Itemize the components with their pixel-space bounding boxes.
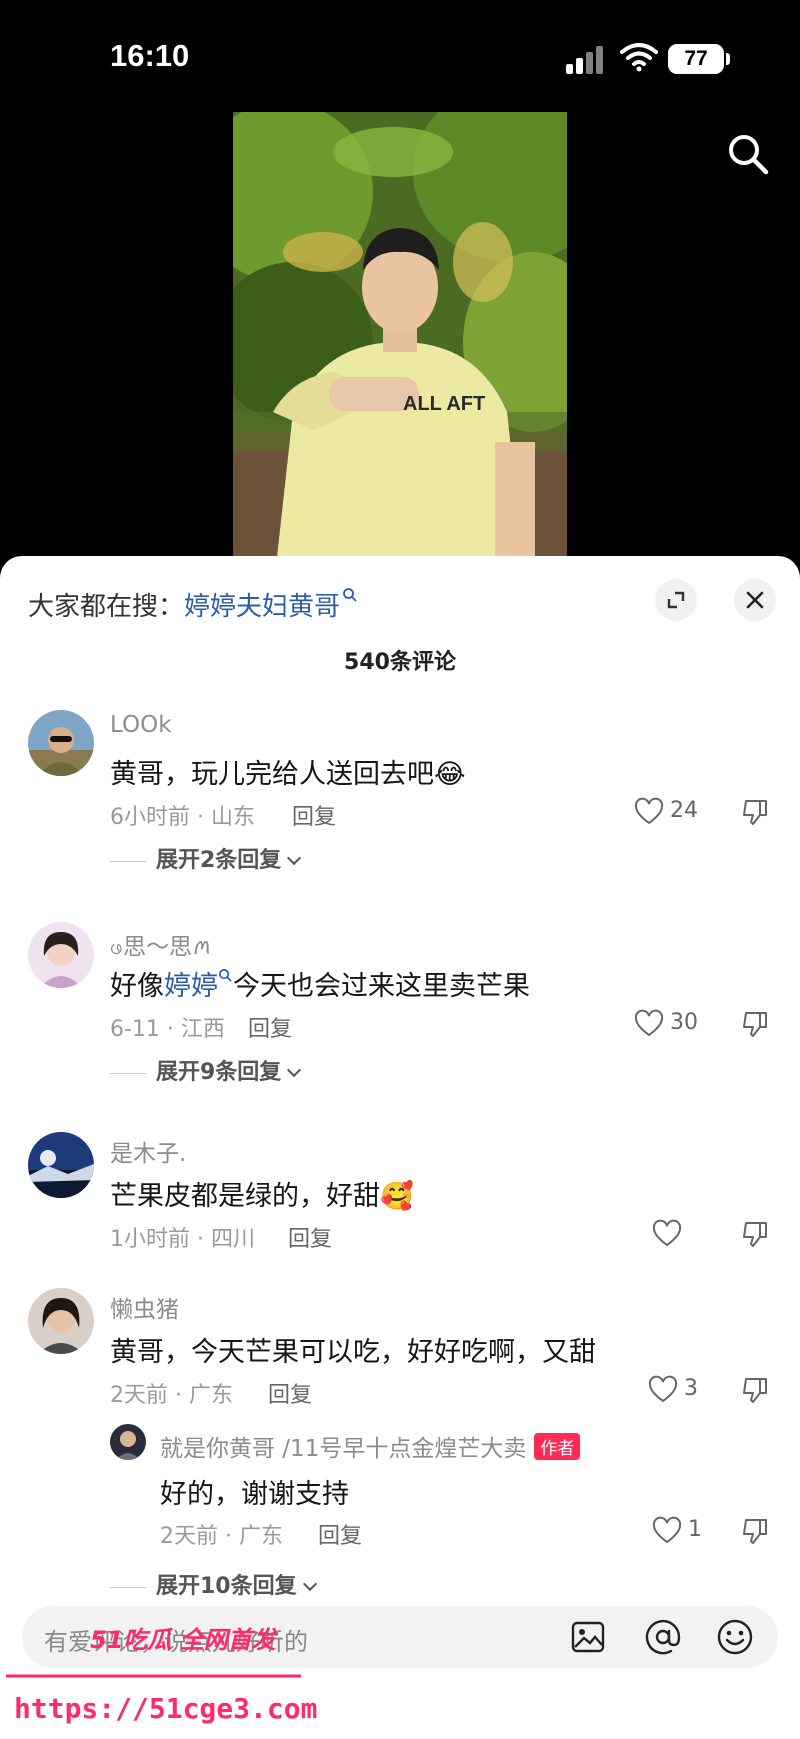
dislike-icon[interactable] [740,1516,770,1546]
close-button[interactable] [734,579,776,621]
author-badge: 作者 [534,1433,581,1460]
image-icon[interactable] [570,1619,606,1655]
dislike-icon[interactable] [740,1009,770,1039]
expand-replies-label: 展开10条回复 [156,1574,297,1599]
dislike-icon[interactable] [740,797,770,827]
battery-cap [726,53,730,65]
watermark-url: https://51cge3.com [14,1692,318,1725]
avatar[interactable] [28,1132,94,1198]
author-avatar[interactable] [110,1424,146,1460]
comment-emoji: 🥰 [380,1181,414,1212]
reply-button[interactable]: 回复 [292,799,336,831]
like-count: 3 [684,1376,698,1401]
comment-keyword-link[interactable]: 婷婷 [164,971,218,1002]
emoji-icon[interactable] [716,1618,754,1656]
avatar[interactable] [28,710,94,776]
expand-replies-button[interactable]: 展开10条回复 [110,1568,317,1600]
hot-search-bar[interactable]: 大家都在搜：婷婷夫妇黄哥 [28,586,358,623]
comment-text-body: 黄哥，玩儿完给人送回去吧 [110,759,434,790]
avatar[interactable] [28,1288,94,1354]
status-time: 16:10 [110,38,190,73]
comment-sheet: 大家都在搜：婷婷夫妇黄哥 540条评论 LOOk 黄哥，玩儿完给人送回去吧😂 6… [0,556,800,1739]
hot-search-keyword[interactable]: 婷婷夫妇黄哥 [184,592,340,622]
avatar[interactable] [28,922,94,988]
divider-line [110,1072,146,1074]
comment-text-after: 今天也会过来这里卖芒果 [233,971,530,1002]
wifi-icon [620,43,658,72]
reply-button[interactable]: 回复 [318,1518,362,1550]
comment-meta: 2天前 · 广东 [110,1383,233,1408]
divider-line [110,1586,146,1588]
like-button[interactable]: 3 [648,1374,748,1406]
author-reply-header: 就是你黄哥 /11号早十点金煌芒大卖 作者 [160,1429,581,1463]
expand-replies-button[interactable]: 展开9条回复 [110,1054,302,1086]
watermark: 51吃瓜 全网首发 https://51cge3.com [6,1614,326,1734]
watermark-brand: 51吃瓜 全网首发 [90,1626,276,1654]
author-username[interactable]: 就是你黄哥 /11号早十点金煌芒大卖 [160,1436,526,1462]
like-button[interactable] [652,1218,752,1250]
like-count: 24 [670,798,698,823]
heart-icon [634,797,664,825]
comment-meta: 1小时前 · 四川 [110,1227,255,1252]
expand-icon [667,591,685,609]
chevron-down-icon [287,1062,302,1078]
at-icon[interactable] [644,1618,682,1656]
expand-sheet-button[interactable] [655,579,697,621]
heart-icon [652,1516,682,1544]
comment-meta: 6小时前 · 山东 [110,805,255,830]
comment-text: 芒果皮都是绿的，好甜🥰 [110,1174,414,1213]
heart-icon [648,1375,678,1403]
comment-username[interactable]: 是木子. [110,1134,186,1168]
dislike-icon[interactable] [740,1219,770,1249]
comment-username[interactable]: 懒虫猪 [110,1290,179,1324]
author-reply-text: 好的，谢谢支持 [160,1479,349,1510]
author-reply-meta: 2天前 · 广东 [160,1524,283,1549]
svg-text:ALL AFT: ALL AFT [403,393,485,415]
mini-search-icon [343,588,357,602]
like-button[interactable]: 24 [634,796,734,828]
like-button[interactable]: 30 [634,1008,734,1040]
battery-level: 77 [668,44,724,74]
comment-meta: 6-11 · 江西 [110,1017,225,1042]
comment-text-before: 好像 [110,971,164,1002]
video-player[interactable]: ALL AFT [233,112,567,557]
chevron-down-icon [287,850,302,866]
chevron-down-icon [302,1576,317,1592]
reply-button[interactable]: 回复 [268,1377,312,1409]
search-icon[interactable] [724,130,772,178]
close-icon [746,591,764,609]
like-count: 30 [670,1010,698,1035]
comment-text: 黄哥，今天芒果可以吃，好好吃啊，又甜 [110,1337,596,1368]
heart-icon [652,1219,682,1247]
reply-button[interactable]: 回复 [288,1221,332,1253]
signal-icon [566,46,608,74]
video-frame-image: ALL AFT [233,112,567,557]
mini-search-icon [219,969,232,982]
expand-replies-label: 展开9条回复 [156,1060,282,1085]
heart-icon [634,1009,664,1037]
like-button[interactable]: 1 [652,1515,752,1547]
dislike-icon[interactable] [740,1375,770,1405]
comment-username[interactable]: LOOk [110,712,172,738]
comment-count: 540条评论 [344,650,456,675]
hot-search-prefix: 大家都在搜： [28,592,185,622]
comment-text-body: 芒果皮都是绿的，好甜 [110,1181,380,1212]
reply-button[interactable]: 回复 [248,1011,292,1043]
expand-replies-button[interactable]: 展开2条回复 [110,842,302,874]
expand-replies-label: 展开2条回复 [156,848,282,873]
like-count: 1 [688,1517,702,1542]
comment-emoji: 😂 [434,759,466,790]
comment-text: 好像婷婷 今天也会过来这里卖芒果 [110,964,530,1003]
watermark-underline [6,1674,301,1678]
comment-text: 黄哥，玩儿完给人送回去吧😂 [110,752,466,791]
status-bar: 16:10 77 [0,0,800,110]
divider-line [110,860,146,862]
